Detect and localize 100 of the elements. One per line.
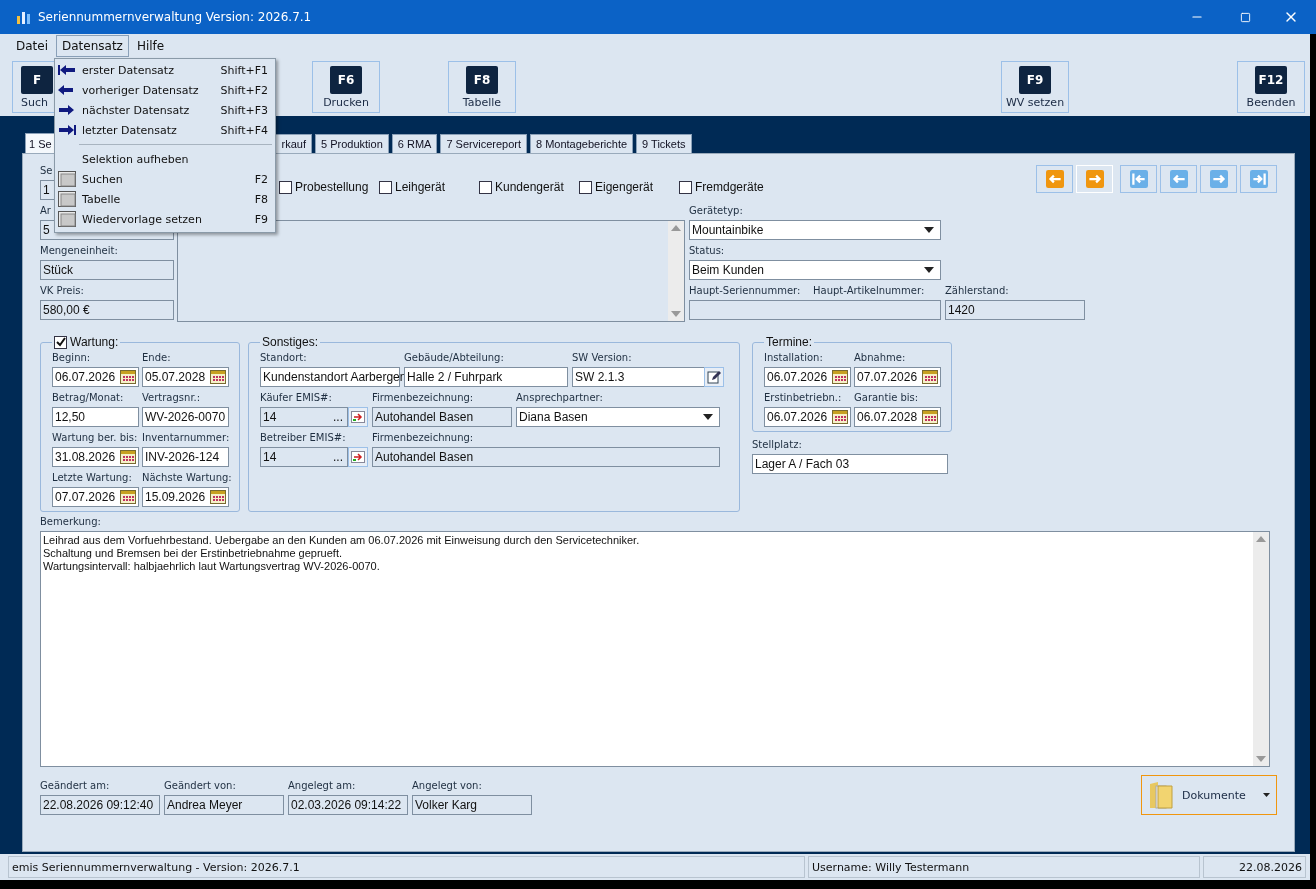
calendar-icon[interactable] [120, 490, 136, 504]
nav-button[interactable] [1120, 165, 1157, 193]
field-label: Geändert am: [40, 779, 111, 793]
checkbox[interactable]: Fremdgeräte [679, 180, 779, 194]
menu-item[interactable]: Selektion aufheben [55, 149, 275, 169]
shortcut-text: Shift+F3 [220, 103, 268, 117]
calendar-icon[interactable] [120, 450, 136, 464]
scrollbar[interactable] [668, 221, 684, 321]
app-logo-icon [16, 9, 32, 25]
calendar-icon[interactable] [210, 370, 226, 384]
scroll-down-icon[interactable] [1256, 756, 1266, 762]
scroll-up-icon[interactable] [1256, 536, 1266, 542]
nav-button[interactable] [1200, 165, 1237, 193]
group-title: Wartung: [70, 335, 119, 349]
field-label: Inventarnummer: [142, 431, 229, 445]
field-label: Letzte Wartung: [52, 471, 133, 485]
calendar-icon[interactable] [832, 410, 848, 424]
edit-button[interactable] [704, 367, 724, 387]
nav-button[interactable] [1036, 165, 1073, 193]
text-field[interactable]: WV-2026-0070 [142, 407, 229, 427]
calendar-icon[interactable] [120, 370, 136, 384]
lookup-field[interactable]: 14 ... [260, 447, 348, 467]
toolbar-button[interactable]: F6 Drucken [312, 61, 380, 113]
lookup-button[interactable] [348, 447, 368, 467]
left-arrow-icon [58, 85, 74, 95]
checkbox[interactable] [54, 335, 67, 349]
field-label: Käufer EMIS#: [260, 391, 333, 405]
tab[interactable]: 9 Tickets [636, 134, 692, 153]
dropdown-arrow-icon[interactable] [924, 227, 934, 233]
remark-field[interactable] [40, 531, 1270, 767]
dropdown-field[interactable]: Beim Kunden [689, 260, 941, 280]
first-arrow-icon [58, 65, 76, 75]
toolbar-button[interactable]: F8 Tabelle [448, 61, 516, 113]
checkbox[interactable]: Leihgerät [379, 180, 479, 194]
dropdown-arrow-icon[interactable] [924, 267, 934, 273]
menu-item[interactable]: Tabelle F8 [55, 189, 275, 209]
date-field[interactable]: 06.07.2026 [764, 367, 851, 387]
menu-item[interactable]: Hilfe [130, 35, 171, 57]
ellipsis-button[interactable]: ... [331, 450, 345, 464]
date-field[interactable]: 07.07.2026 [854, 367, 941, 387]
checkbox[interactable]: Kundengerät [479, 180, 579, 194]
nav-button[interactable] [1160, 165, 1197, 193]
group-title: Termine: [765, 335, 813, 349]
scroll-up-icon[interactable] [671, 225, 681, 231]
text-field[interactable]: INV-2026-124 [142, 447, 229, 467]
menu-item[interactable]: letzter Datensatz Shift+F4 [55, 120, 275, 140]
field-label: Firmenbezeichnung: [372, 391, 475, 405]
menu-item[interactable]: Datei [10, 35, 54, 57]
field-label: Gebäude/Abteilung: [404, 351, 505, 365]
text-field[interactable]: SW 2.1.3 [572, 367, 705, 387]
skip-arrow-icon [1129, 170, 1148, 188]
tab[interactable]: 7 Servicereport [440, 134, 527, 153]
toolbar-button[interactable]: F12 Beenden [1237, 61, 1305, 113]
date-field[interactable]: 07.07.2026 [52, 487, 139, 507]
lookup-button[interactable] [348, 407, 368, 427]
checkbox[interactable]: Probestellung [279, 180, 379, 194]
dropdown-field[interactable]: Diana Basen [516, 407, 720, 427]
field-label: Se [40, 164, 54, 178]
date-field[interactable]: 06.07.2026 [52, 367, 139, 387]
scroll-down-icon[interactable] [671, 311, 681, 317]
menu-item[interactable]: Datensatz [56, 35, 129, 57]
documents-button[interactable]: Dokumente [1141, 775, 1277, 815]
menu-item[interactable]: Wiedervorlage setzen F9 [55, 209, 275, 229]
nav-button[interactable] [1240, 165, 1277, 193]
status-text: Username: Willy Testermann [808, 856, 1200, 878]
checkbox[interactable]: Eigengerät [579, 180, 679, 194]
text-field[interactable]: Halle 2 / Fuhrpark [404, 367, 568, 387]
key-cap: F [21, 65, 53, 94]
calendar-icon[interactable] [922, 370, 938, 384]
calendar-icon[interactable] [210, 490, 226, 504]
field-label: VK Preis: [40, 284, 85, 298]
lookup-field[interactable]: 14 ... [260, 407, 348, 427]
field-label: Angelegt von: [412, 779, 483, 793]
date-field[interactable]: 06.07.2026 [764, 407, 851, 427]
dropdown-arrow-icon[interactable] [703, 414, 713, 420]
date-field[interactable]: 05.07.2028 [142, 367, 229, 387]
pencil-icon [707, 370, 721, 384]
calendar-icon[interactable] [832, 370, 848, 384]
function-key-icon [58, 171, 76, 187]
text-field[interactable]: 12,50 [52, 407, 139, 427]
date-field[interactable]: 15.09.2026 [142, 487, 229, 507]
dropdown-field[interactable]: Mountainbike [689, 220, 941, 240]
date-field[interactable]: 31.08.2026 [52, 447, 139, 467]
ellipsis-button[interactable]: ... [331, 410, 345, 424]
grid-arrow-icon [351, 451, 365, 463]
text-field[interactable]: Lager A / Fach 03 [752, 454, 948, 474]
toolbar-button[interactable]: F9 WV setzen [1001, 61, 1069, 113]
tab[interactable]: 8 Montageberichte [530, 134, 634, 153]
tab[interactable]: 5 Produktion [315, 134, 389, 153]
menu-item[interactable]: Suchen F2 [55, 169, 275, 189]
key-cap: F6 [330, 65, 362, 94]
date-field[interactable]: 06.07.2028 [854, 407, 941, 427]
scrollbar[interactable] [1253, 532, 1269, 766]
tab[interactable]: 6 RMA [391, 134, 438, 153]
field-label: Angelegt am: [288, 779, 357, 793]
calendar-icon[interactable] [922, 410, 938, 424]
shortcut-text: F2 [254, 172, 268, 186]
key-cap: F12 [1255, 65, 1287, 94]
key-cap: F8 [466, 65, 498, 94]
readonly-field: Autohandel Basen [372, 407, 512, 427]
